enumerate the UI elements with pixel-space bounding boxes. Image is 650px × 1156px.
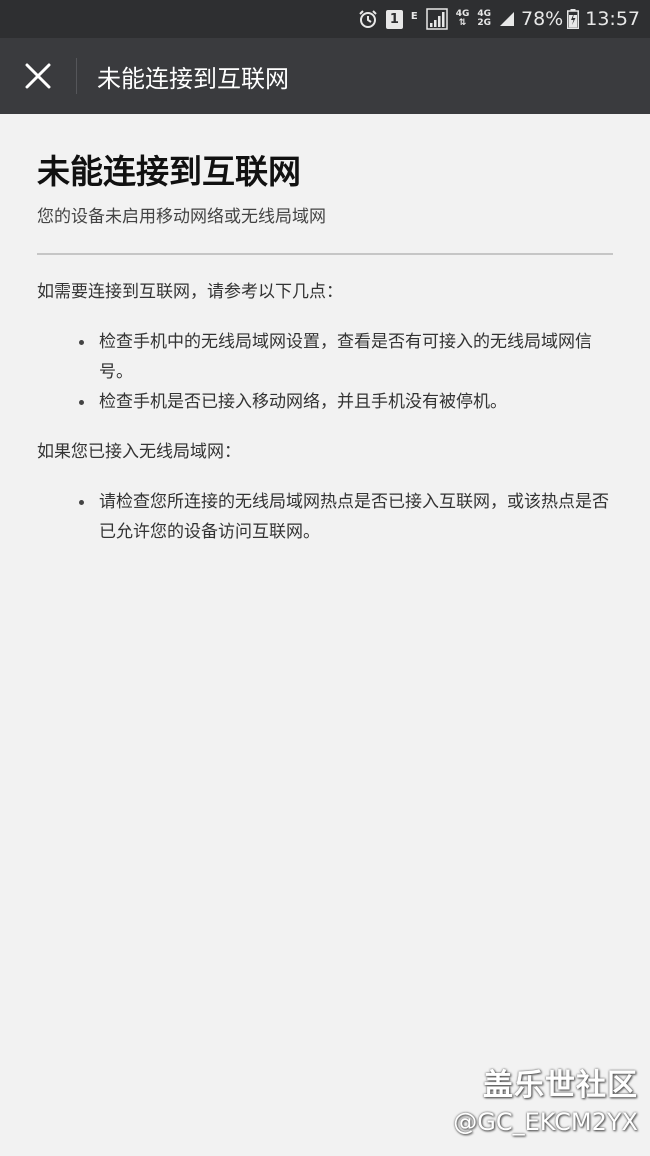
watermark-brand: 盖乐世社区 xyxy=(483,1068,638,1103)
network-4g-a: 4G ⇅ xyxy=(456,8,470,30)
watermark-user: @GC_EKCM2YX xyxy=(453,1108,638,1136)
error-page-content: 未能连接到互联网 您的设备未启用移动网络或无线局域网 如需要连接到互联网，请参考… xyxy=(0,114,650,547)
list-item: 检查手机中的无线局域网设置，查看是否有可接入的无线局域网信号。 xyxy=(79,327,613,387)
tips-list: 检查手机中的无线局域网设置，查看是否有可接入的无线局域网信号。 检查手机是否已接… xyxy=(37,327,613,417)
notification-badge: 1 xyxy=(385,9,403,29)
network-4g-2g: 4G 2G xyxy=(477,8,491,30)
wifi-intro-text: 如果您已接入无线局域网： xyxy=(37,442,241,462)
page-subtitle: 您的设备未启用移动网络或无线局域网 xyxy=(37,207,326,227)
divider xyxy=(37,253,613,255)
app-bar-divider xyxy=(76,58,77,94)
network-type-e: E xyxy=(410,11,418,22)
app-bar: 未能连接到互联网 xyxy=(0,38,650,114)
status-bar: 1 E 4G ⇅ 4G 2G 78% 13:57 xyxy=(0,0,650,38)
signal-icon xyxy=(425,8,448,30)
alarm-icon xyxy=(358,8,378,30)
app-bar-title: 未能连接到互联网 xyxy=(97,64,289,93)
network-2g-label: 2G xyxy=(477,18,491,28)
intro-text: 如需要连接到互联网，请参考以下几点： xyxy=(37,282,343,302)
watermark: 盖乐世社区 @GC_EKCM2YX xyxy=(453,1060,638,1136)
battery-icon xyxy=(567,8,580,30)
clock: 13:57 xyxy=(585,8,640,30)
battery-percent: 78% xyxy=(521,8,564,30)
data-arrows-icon: ⇅ xyxy=(458,18,467,28)
close-button[interactable] xyxy=(0,38,76,114)
list-item: 检查手机是否已接入移动网络，并且手机没有被停机。 xyxy=(79,387,613,417)
signal-bars-icon xyxy=(499,8,515,30)
close-icon xyxy=(25,63,51,89)
page-title: 未能连接到互联网 xyxy=(37,152,301,191)
list-item: 请检查您所连接的无线局域网热点是否已接入互联网，或该热点是否已允许您的设备访问互… xyxy=(79,487,613,547)
notification-badge-icon: 1 xyxy=(385,8,403,30)
wifi-tips-list: 请检查您所连接的无线局域网热点是否已接入互联网，或该热点是否已允许您的设备访问互… xyxy=(37,487,613,547)
